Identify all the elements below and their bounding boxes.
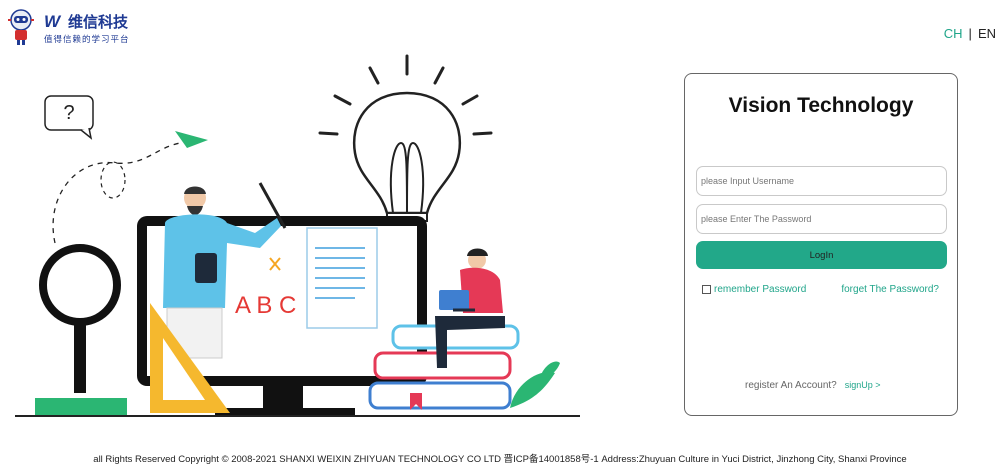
logo-tagline: 值得信赖的学习平台 bbox=[44, 34, 130, 44]
signup-link[interactable]: signUp > bbox=[845, 380, 881, 390]
language-switch: CH | EN bbox=[944, 26, 996, 41]
login-title: Vision Technology bbox=[728, 94, 914, 117]
remember-checkbox[interactable] bbox=[702, 285, 711, 294]
register-text: register An Account? bbox=[745, 380, 837, 391]
remember-password[interactable]: remember Password bbox=[702, 284, 806, 295]
logo-name: 维信科技 bbox=[68, 14, 129, 31]
login-button[interactable]: LogIn bbox=[696, 241, 947, 269]
lang-ch-link[interactable]: CH bbox=[944, 26, 963, 41]
lang-separator: | bbox=[968, 26, 972, 41]
question-mark: ? bbox=[63, 102, 74, 124]
login-card: Vision Technology LogIn remember Passwor… bbox=[684, 73, 958, 416]
abc-letters: A B C bbox=[235, 292, 296, 319]
brand-logo: W 维信科技 值得信赖的学习平台 bbox=[6, 8, 136, 48]
username-input[interactable] bbox=[696, 166, 947, 196]
lang-en-link[interactable]: EN bbox=[978, 26, 996, 41]
register-row: register An Account? signUp > bbox=[745, 380, 881, 391]
student-figure bbox=[435, 248, 505, 368]
question-bubble-icon: ? bbox=[44, 95, 94, 140]
education-illustration: ? A B C bbox=[15, 54, 580, 417]
magnifier-icon bbox=[39, 244, 121, 393]
robot-mascot-icon bbox=[8, 9, 34, 45]
forget-password-link[interactable]: forget The Password? bbox=[841, 284, 939, 295]
password-input[interactable] bbox=[696, 204, 947, 234]
paper-plane-icon bbox=[175, 131, 208, 148]
logo-mark: W bbox=[44, 12, 60, 31]
remember-label: remember Password bbox=[714, 284, 807, 295]
